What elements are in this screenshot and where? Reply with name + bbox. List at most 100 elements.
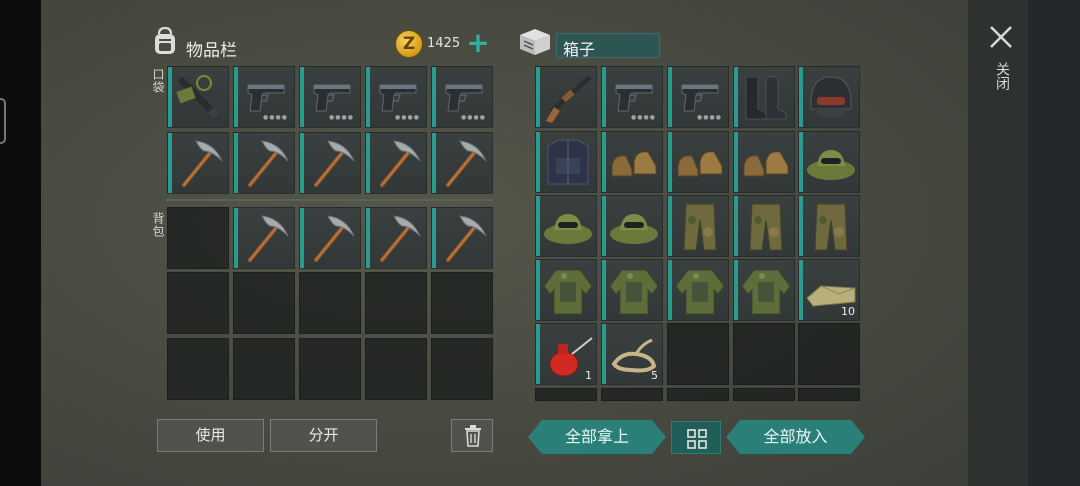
inventory-slot-empty[interactable] bbox=[365, 272, 427, 334]
inventory-slot-empty[interactable] bbox=[299, 272, 361, 334]
camo-pants-icon bbox=[683, 203, 717, 251]
box-slot-shotgun[interactable] bbox=[535, 66, 597, 128]
melee-weapon-icon bbox=[176, 75, 220, 119]
right-edge bbox=[1028, 0, 1080, 486]
ammo-dots: ●●●● bbox=[631, 114, 656, 121]
trash-icon bbox=[465, 425, 481, 447]
box-slot-empty[interactable] bbox=[667, 388, 729, 401]
boots-brown-icon bbox=[611, 151, 657, 177]
box-slot-tactical-vest[interactable] bbox=[535, 131, 597, 193]
box-slot-empty[interactable] bbox=[798, 388, 860, 401]
pickaxe-icon bbox=[248, 215, 289, 262]
camo-jacket-icon bbox=[543, 269, 593, 315]
box-slot-empty[interactable] bbox=[798, 323, 860, 385]
close-button[interactable] bbox=[986, 22, 1016, 52]
inventory-slot-melee-weapon[interactable] bbox=[167, 66, 229, 128]
sort-button[interactable] bbox=[671, 421, 721, 454]
inventory-slot-pickaxe[interactable] bbox=[431, 207, 493, 269]
inventory-slot-pistol[interactable]: ●●●● bbox=[365, 66, 427, 128]
inventory-slot-pickaxe[interactable] bbox=[431, 132, 493, 194]
inventory-slot-empty[interactable] bbox=[299, 338, 361, 400]
use-button[interactable]: 使用 bbox=[157, 419, 264, 452]
box-slot-camo-jacket[interactable] bbox=[733, 259, 795, 321]
inventory-slot-pickaxe[interactable] bbox=[167, 132, 229, 194]
box-slot-boots-brown[interactable] bbox=[667, 131, 729, 193]
item-count: 10 bbox=[841, 305, 855, 318]
box-slot-empty[interactable] bbox=[601, 388, 663, 401]
box-slot-boots-brown[interactable] bbox=[601, 131, 663, 193]
split-button[interactable]: 分开 bbox=[270, 419, 377, 452]
box-slot-rope[interactable]: 5 bbox=[601, 323, 663, 385]
add-coins-button[interactable]: + bbox=[464, 29, 492, 58]
boots-black-icon bbox=[745, 76, 787, 120]
coin-icon: Z bbox=[395, 30, 423, 58]
inventory-slot-pickaxe[interactable] bbox=[233, 132, 295, 194]
inventory-slot-pickaxe[interactable] bbox=[365, 132, 427, 194]
inventory-slot-empty[interactable] bbox=[167, 338, 229, 400]
backpack-icon bbox=[155, 26, 175, 54]
box-slot-boonie-hat[interactable] bbox=[535, 195, 597, 257]
inventory-slot-empty[interactable] bbox=[431, 272, 493, 334]
inventory-slot-pickaxe[interactable] bbox=[299, 132, 361, 194]
box-slot-pistol[interactable]: ●●●● bbox=[667, 66, 729, 128]
box-slot-boonie-hat[interactable] bbox=[601, 195, 663, 257]
take-all-button[interactable]: 全部拿上 bbox=[528, 420, 666, 454]
inventory-slot-empty[interactable] bbox=[167, 207, 229, 269]
pickaxe-icon bbox=[314, 215, 355, 262]
camera-notch bbox=[0, 98, 6, 144]
box-slot-empty[interactable] bbox=[733, 323, 795, 385]
box-slot-camo-jacket[interactable] bbox=[601, 259, 663, 321]
pickaxe-icon bbox=[446, 140, 487, 187]
box-slot-boots-black[interactable] bbox=[733, 66, 795, 128]
ammo-dots: ●●●● bbox=[461, 114, 486, 121]
pockets-label: 口袋 bbox=[151, 68, 165, 94]
box-slot-camo-jacket[interactable] bbox=[535, 259, 597, 321]
helmet-icon bbox=[810, 76, 852, 117]
boonie-hat-icon bbox=[544, 214, 592, 244]
box-slot-camo-pants[interactable] bbox=[733, 195, 795, 257]
box-slot-camo-pants[interactable] bbox=[667, 195, 729, 257]
box-slot-pistol[interactable]: ●●●● bbox=[601, 66, 663, 128]
boonie-hat-icon bbox=[610, 214, 658, 244]
shotgun-icon bbox=[546, 75, 592, 123]
camo-pants-icon bbox=[814, 203, 848, 251]
ammo-dots: ●●●● bbox=[263, 114, 288, 121]
box-slot-cloth[interactable]: 10 bbox=[798, 259, 860, 321]
box-slot-camo-jacket[interactable] bbox=[667, 259, 729, 321]
backpack-label: 背包 bbox=[151, 212, 165, 238]
inventory-slot-empty[interactable] bbox=[431, 338, 493, 400]
inventory-slot-empty[interactable] bbox=[167, 272, 229, 334]
box-title: 箱子 bbox=[556, 33, 660, 59]
inventory-slot-empty[interactable] bbox=[365, 338, 427, 400]
pickaxe-icon bbox=[248, 140, 289, 187]
device-left-bezel bbox=[0, 0, 41, 486]
inventory-slot-empty[interactable] bbox=[233, 338, 295, 400]
inventory-slot-pickaxe[interactable] bbox=[365, 207, 427, 269]
box-slot-boonie-hat[interactable] bbox=[798, 131, 860, 193]
item-count: 1 bbox=[585, 369, 592, 382]
box-slot-boots-brown[interactable] bbox=[733, 131, 795, 193]
box-slot-empty[interactable] bbox=[667, 323, 729, 385]
inventory-title: 物品栏 bbox=[186, 41, 237, 61]
inventory-slot-empty[interactable] bbox=[233, 272, 295, 334]
box-slot-empty[interactable] bbox=[733, 388, 795, 401]
inventory-slot-pickaxe[interactable] bbox=[299, 207, 361, 269]
ammo-dots: ●●●● bbox=[697, 114, 722, 121]
box-slot-helmet[interactable] bbox=[798, 66, 860, 128]
close-icon bbox=[990, 26, 1012, 48]
box-slot-camo-pants[interactable] bbox=[798, 195, 860, 257]
grid-sort-icon bbox=[687, 429, 707, 449]
camo-pants-icon bbox=[749, 203, 783, 251]
put-all-button[interactable]: 全部放入 bbox=[726, 420, 865, 454]
box-slot-empty[interactable] bbox=[535, 388, 597, 401]
tactical-vest-icon bbox=[547, 139, 589, 185]
pickaxe-icon bbox=[314, 140, 355, 187]
item-count: 5 bbox=[651, 369, 658, 382]
inventory-slot-pistol[interactable]: ●●●● bbox=[233, 66, 295, 128]
inventory-slot-pistol[interactable]: ●●●● bbox=[431, 66, 493, 128]
box-slot-oil-can[interactable]: 1 bbox=[535, 323, 597, 385]
trash-button[interactable] bbox=[451, 419, 493, 452]
inventory-slot-pistol[interactable]: ●●●● bbox=[299, 66, 361, 128]
close-label[interactable]: 关闭 bbox=[992, 62, 1012, 90]
inventory-slot-pickaxe[interactable] bbox=[233, 207, 295, 269]
